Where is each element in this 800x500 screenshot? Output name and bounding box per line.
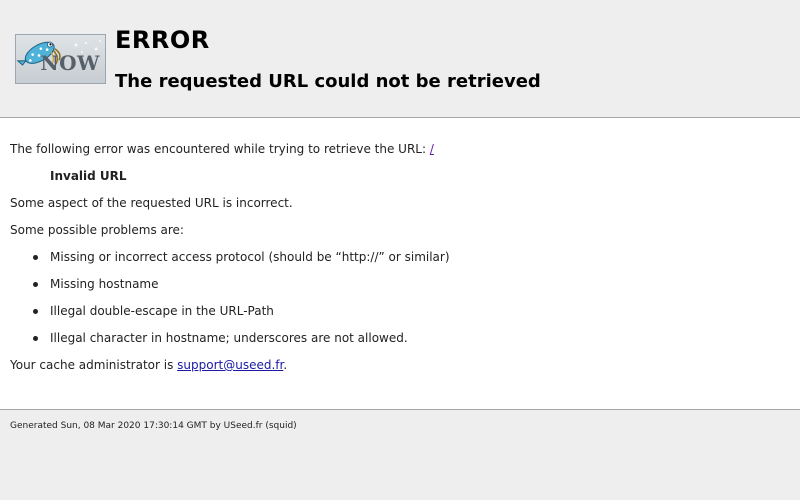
list-item: Missing or incorrect access protocol (sh… — [50, 250, 450, 264]
logo-text: NOW — [40, 51, 100, 75]
error-header: NOW ERROR The requested URL could not be… — [0, 0, 800, 118]
intro-line: The following error was encountered whil… — [10, 141, 434, 157]
bullet-icon — [33, 255, 38, 260]
admin-email-link[interactable]: support@useed.fr — [177, 358, 283, 372]
problems-heading: Some possible problems are: — [10, 223, 184, 237]
error-description: Some aspect of the requested URL is inco… — [10, 196, 293, 210]
squid-logo: NOW — [15, 34, 106, 84]
error-name: Invalid URL — [50, 169, 127, 183]
admin-suffix: . — [283, 358, 288, 372]
bullet-icon — [33, 336, 38, 341]
error-subtitle: The requested URL could not be retrieved — [115, 71, 541, 92]
list-item: Illegal character in hostname; underscor… — [50, 331, 408, 345]
admin-line: Your cache administrator is support@usee… — [10, 357, 287, 373]
admin-text: Your cache administrator is — [10, 358, 178, 372]
requested-url-link[interactable]: / — [430, 142, 434, 156]
list-item: Illegal double-escape in the URL-Path — [50, 304, 274, 318]
bullet-icon — [33, 282, 38, 287]
bullet-icon — [33, 309, 38, 314]
intro-text: The following error was encountered whil… — [10, 142, 430, 156]
generated-footer: Generated Sun, 08 Mar 2020 17:30:14 GMT … — [10, 421, 297, 431]
error-title: ERROR — [115, 26, 210, 54]
error-content: The following error was encountered whil… — [0, 118, 800, 410]
list-item: Missing hostname — [50, 277, 159, 291]
